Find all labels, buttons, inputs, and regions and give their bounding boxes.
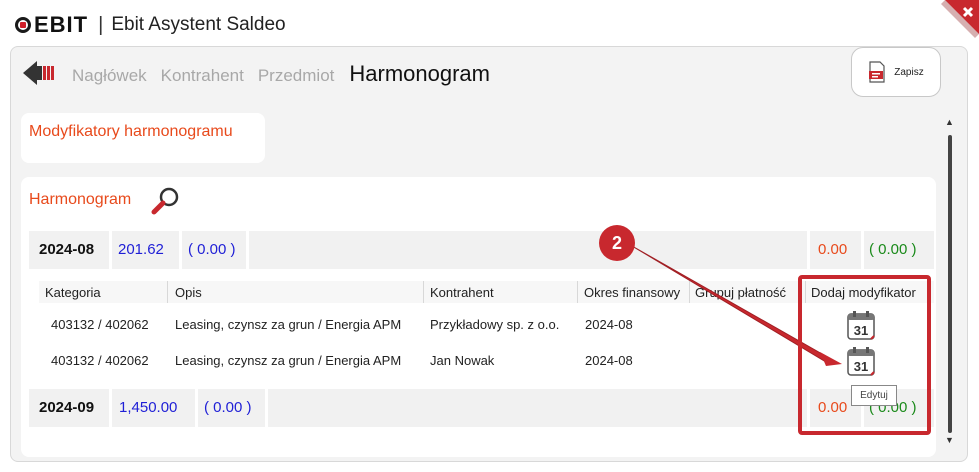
wizard-steps: Nagłówek Kontrahent Przedmiot Harmonogra… <box>72 61 490 87</box>
save-label: Zapisz <box>894 66 924 78</box>
magnifier-icon[interactable] <box>151 186 181 216</box>
modifiers-panel: Modyfikatory harmonogramu <box>21 113 265 163</box>
period-amount: 201.62 <box>118 241 164 258</box>
period-row: 2024-08 201.62 ( 0.00 ) 0.00 ( 0.00 ) <box>29 231 934 269</box>
app-logo: EBIT | Ebit Asystent Saldeo <box>14 12 286 37</box>
annotation-highlight-box <box>798 275 931 435</box>
period-amount: 1,450.00 <box>119 399 178 416</box>
step-naglowek[interactable]: Nagłówek <box>72 66 147 86</box>
col-kategoria[interactable]: Kategoria <box>45 285 101 300</box>
logo-text: EBIT <box>34 12 89 37</box>
cell-kontrahent: Jan Nowak <box>430 353 495 368</box>
cell-okres: 2024-08 <box>585 317 633 332</box>
back-arrow-icon[interactable] <box>23 59 57 87</box>
step-przedmiot[interactable]: Przedmiot <box>258 66 335 86</box>
logo-mark-icon <box>14 14 36 36</box>
period-sub-amount: ( 0.00 ) <box>188 241 236 258</box>
step-harmonogram: Harmonogram <box>349 61 490 86</box>
period-label: 2024-08 <box>39 241 95 258</box>
scroll-up-arrow-icon[interactable]: ▲ <box>945 117 955 127</box>
cell-kategoria: 403132 / 402062 <box>51 317 149 332</box>
scroll-down-arrow-icon[interactable]: ▼ <box>945 435 955 445</box>
cell-okres: 2024-08 <box>585 353 633 368</box>
cell-kontrahent: Przykładowy sp. z o.o. <box>430 317 560 332</box>
close-icon[interactable] <box>935 0 979 44</box>
title-separator: | <box>98 13 104 36</box>
save-button[interactable]: Zapisz <box>851 47 941 97</box>
title-bar: EBIT | Ebit Asystent Saldeo <box>0 0 979 46</box>
window-title: Ebit Asystent Saldeo <box>111 14 286 35</box>
cell-opis: Leasing, czynsz za grun / Energia APM <box>175 317 402 332</box>
period-red-value: 0.00 <box>818 241 848 258</box>
cell-opis: Leasing, czynsz za grun / Energia APM <box>175 353 402 368</box>
modifiers-title[interactable]: Modyfikatory harmonogramu <box>29 123 233 141</box>
save-pdf-icon <box>869 61 885 83</box>
period-label: 2024-09 <box>39 399 95 416</box>
col-kontrahent[interactable]: Kontrahent <box>430 285 494 300</box>
col-okres[interactable]: Okres finansowy <box>584 285 680 300</box>
step-kontrahent[interactable]: Kontrahent <box>161 66 244 86</box>
scrollbar-thumb[interactable] <box>948 135 952 433</box>
cell-kategoria: 403132 / 402062 <box>51 353 149 368</box>
annotation-badge: 2 <box>599 225 635 261</box>
period-green-value: ( 0.00 ) <box>869 241 917 258</box>
col-opis[interactable]: Opis <box>175 285 202 300</box>
col-grupuj[interactable]: Grupuj płatność <box>695 285 786 300</box>
period-sub-amount: ( 0.00 ) <box>204 399 252 416</box>
schedule-title: Harmonogram <box>29 191 132 208</box>
